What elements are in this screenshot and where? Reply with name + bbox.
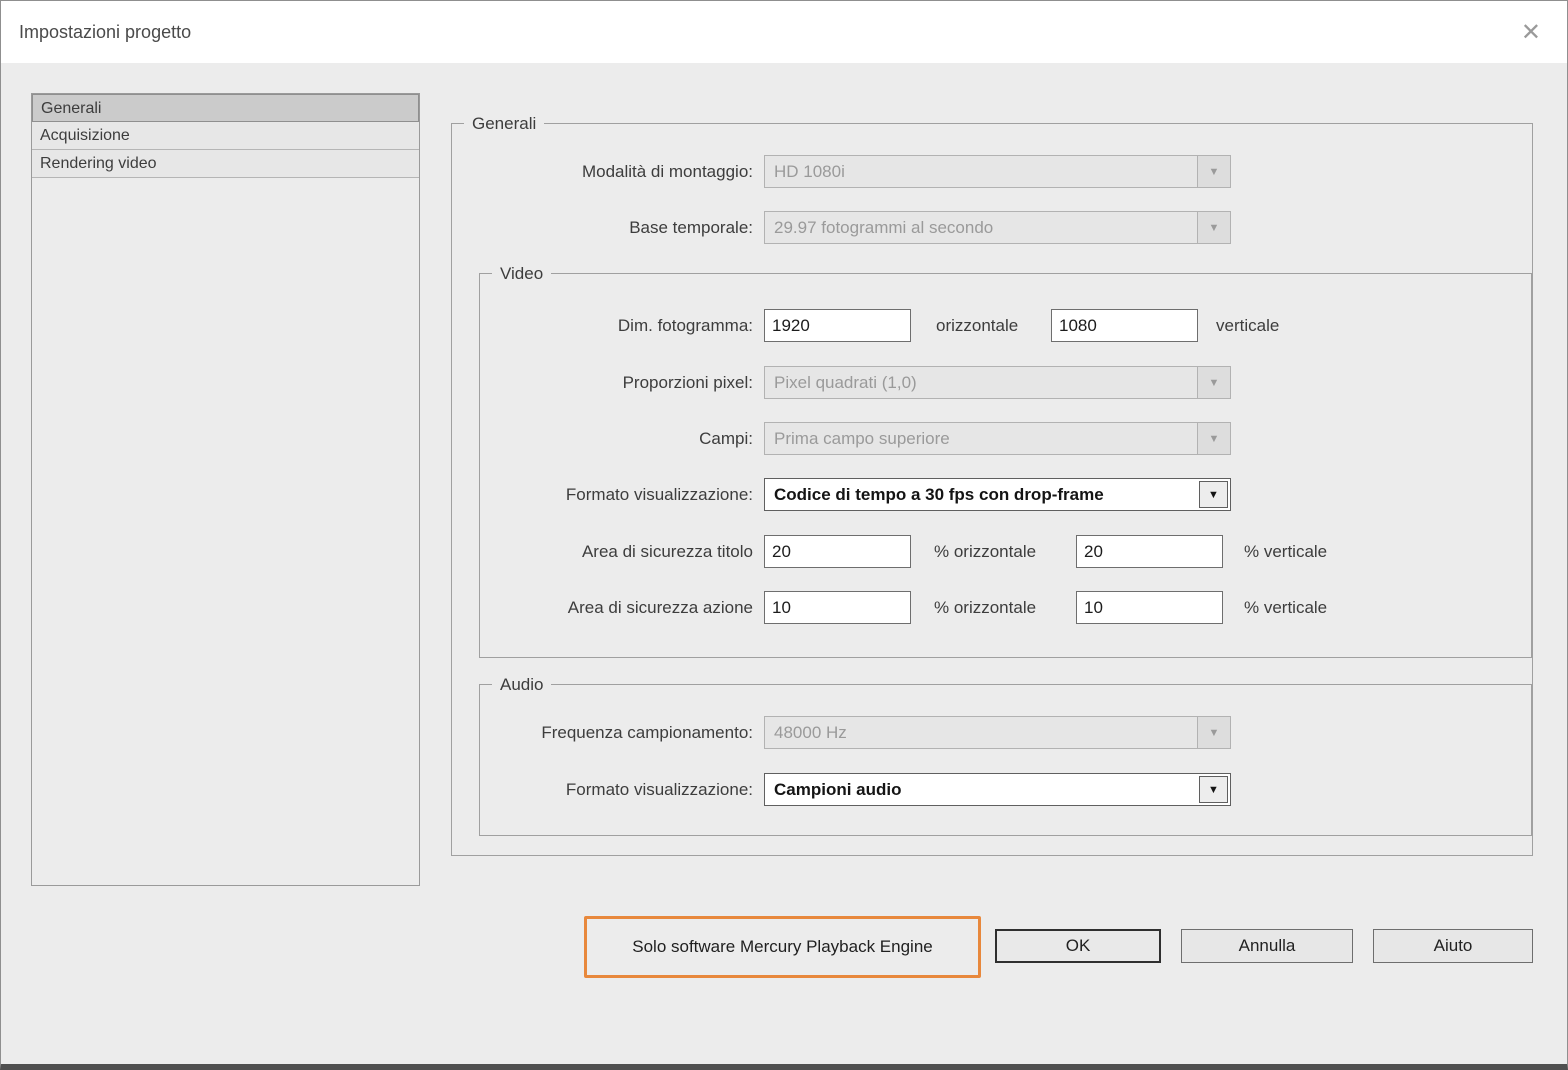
audio-legend: Audio (492, 674, 552, 695)
sidebar-item-acquisizione[interactable]: Acquisizione (32, 122, 419, 150)
frame-size-label: Dim. fotogramma: (617, 316, 753, 335)
chevron-down-icon: ▼ (1197, 367, 1230, 398)
chevron-down-icon: ▼ (1197, 156, 1230, 187)
close-icon[interactable]: ✕ (1513, 18, 1549, 47)
chevron-down-icon: ▼ (1197, 423, 1230, 454)
project-settings-dialog: Impostazioni progetto ✕ Generali Acquisi… (0, 0, 1568, 1070)
editing-mode-dropdown: HD 1080i ▼ (764, 155, 1231, 188)
audio-display-format-label: Formato visualizzazione: (565, 780, 753, 799)
chevron-down-icon: ▼ (1199, 481, 1228, 508)
pixel-aspect-value: Pixel quadrati (1,0) (774, 372, 917, 392)
action-safe-vertical-input[interactable] (1076, 591, 1223, 624)
frame-width-input[interactable] (764, 309, 911, 342)
chevron-down-icon: ▼ (1199, 776, 1228, 803)
editing-mode-label: Modalità di montaggio: (581, 162, 753, 181)
playback-engine-text: Solo software Mercury Playback Engine (632, 937, 933, 956)
frame-width-suffix: orizzontale (936, 316, 1019, 335)
action-safe-vertical-suffix: % verticale (1244, 598, 1328, 617)
editing-mode-value: HD 1080i (774, 161, 845, 181)
video-display-format-label: Formato visualizzazione: (565, 485, 753, 504)
video-legend: Video (492, 263, 552, 284)
frame-height-suffix: verticale (1216, 316, 1280, 335)
audio-display-format-dropdown[interactable]: Campioni audio ▼ (764, 773, 1231, 806)
video-display-format-dropdown[interactable]: Codice di tempo a 30 fps con drop-frame … (764, 478, 1231, 511)
ok-button[interactable]: OK (995, 929, 1161, 963)
title-safe-horizontal-input[interactable] (764, 535, 911, 568)
sample-rate-label: Frequenza campionamento: (541, 723, 753, 742)
title-safe-horizontal-suffix: % orizzontale (934, 542, 1037, 561)
timebase-value: 29.97 fotogrammi al secondo (774, 217, 994, 237)
help-button[interactable]: Aiuto (1373, 929, 1533, 963)
fields-label: Campi: (699, 429, 753, 448)
action-safe-horizontal-suffix: % orizzontale (934, 598, 1037, 617)
generali-legend: Generali (464, 113, 545, 134)
pixel-aspect-label: Proporzioni pixel: (622, 373, 753, 392)
timebase-label: Base temporale: (629, 218, 753, 237)
sidebar-item-rendering-video[interactable]: Rendering video (32, 150, 419, 178)
audio-group: Audio (479, 674, 1532, 836)
pixel-aspect-dropdown: Pixel quadrati (1,0) ▼ (764, 366, 1231, 399)
sample-rate-dropdown: 48000 Hz ▼ (764, 716, 1231, 749)
timebase-dropdown: 29.97 fotogrammi al secondo ▼ (764, 211, 1231, 244)
audio-display-format-value: Campioni audio (774, 779, 902, 799)
sample-rate-value: 48000 Hz (774, 722, 847, 742)
sidebar-item-generali[interactable]: Generali (32, 94, 419, 122)
dialog-title: Impostazioni progetto (19, 21, 192, 42)
title-safe-label: Area di sicurezza titolo (581, 542, 753, 561)
action-safe-label: Area di sicurezza azione (567, 598, 753, 617)
frame-height-input[interactable] (1051, 309, 1198, 342)
title-safe-vertical-suffix: % verticale (1244, 542, 1328, 561)
engine-annotation-box: Solo software Mercury Playback Engine (584, 916, 981, 978)
cancel-button[interactable]: Annulla (1181, 929, 1353, 963)
fields-value: Prima campo superiore (774, 428, 950, 448)
settings-category-list: Generali Acquisizione Rendering video (31, 93, 420, 886)
action-safe-horizontal-input[interactable] (764, 591, 911, 624)
chevron-down-icon: ▼ (1197, 717, 1230, 748)
video-display-format-value: Codice di tempo a 30 fps con drop-frame (774, 484, 1104, 504)
fields-dropdown: Prima campo superiore ▼ (764, 422, 1231, 455)
titlebar: Impostazioni progetto ✕ (1, 1, 1567, 63)
chevron-down-icon: ▼ (1197, 212, 1230, 243)
title-safe-vertical-input[interactable] (1076, 535, 1223, 568)
